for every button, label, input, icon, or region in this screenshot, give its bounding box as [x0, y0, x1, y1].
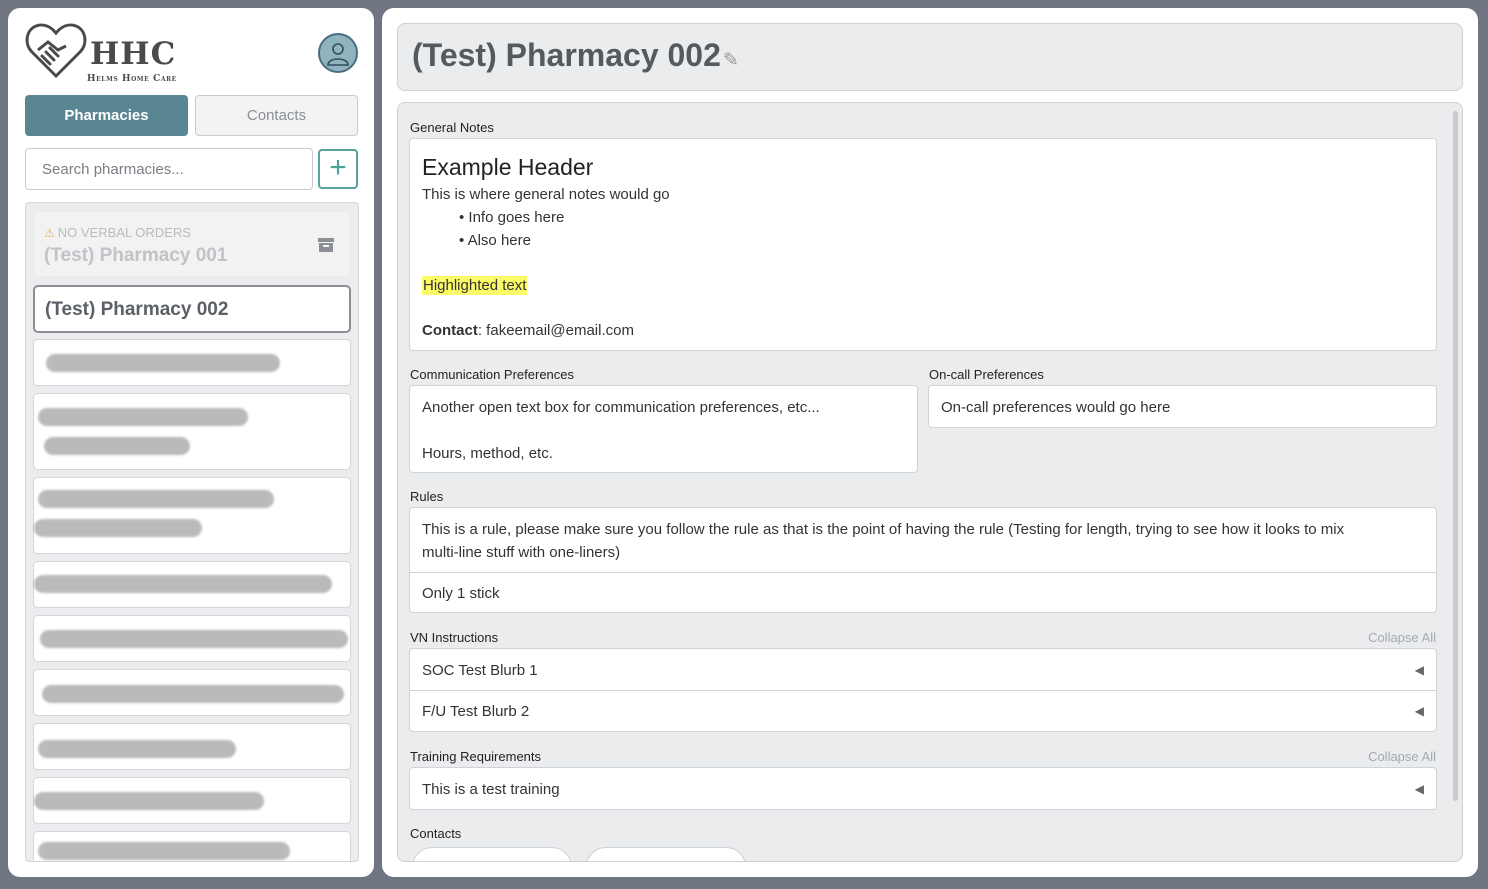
add-pharmacy-button[interactable]: + — [318, 149, 358, 189]
list-item[interactable] — [33, 669, 351, 716]
notes-intro: This is where general notes would go — [422, 186, 670, 203]
redacted-name — [34, 519, 202, 537]
detail-content[interactable]: General Notes Example Header This is whe… — [397, 102, 1463, 862]
contact-value: : fakeemail@email.com — [477, 322, 634, 339]
rule-item: This is a rule, please make sure you fol… — [422, 521, 1345, 538]
notes-header: Example Header — [422, 154, 594, 180]
redacted-name — [38, 740, 236, 758]
redacted-name — [44, 437, 190, 455]
general-notes-box[interactable]: Example Header This is where general not… — [409, 138, 1437, 351]
caret-left-icon[interactable]: ◀ — [1415, 704, 1424, 718]
row-divider — [410, 572, 1436, 573]
list-item[interactable] — [33, 723, 351, 770]
rules-list[interactable]: This is a rule, please make sure you fol… — [409, 507, 1437, 613]
archive-icon[interactable] — [318, 238, 334, 252]
list-item[interactable] — [33, 339, 351, 386]
redacted-name — [38, 408, 248, 426]
contact-label: Contact — [422, 322, 478, 339]
notes-bullet: • Also here — [459, 232, 531, 249]
pharmacy-sidebar: HHC Helms Home Care Pharmacies Contacts … — [8, 8, 374, 877]
brand-tagline: Helms Home Care — [87, 74, 177, 84]
contact-card[interactable] — [586, 847, 746, 861]
list-item[interactable] — [33, 777, 351, 824]
redacted-name — [38, 842, 290, 860]
oncall-box[interactable]: On-call preferences would go here — [928, 385, 1437, 428]
redacted-name — [34, 575, 332, 593]
rule-item-cont: multi-line stuff with one-liners) — [422, 544, 621, 561]
communication-label: Communication Preferences — [410, 367, 575, 382]
communication-text: Another open text box for communication … — [422, 399, 820, 416]
tab-contacts[interactable]: Contacts — [195, 95, 358, 136]
redacted-name — [38, 490, 274, 508]
row-divider — [410, 690, 1436, 691]
list-item[interactable]: (Test) Pharmacy 002 — [33, 285, 351, 333]
training-list[interactable]: This is a test training ◀ — [409, 767, 1437, 810]
caret-left-icon[interactable]: ◀ — [1415, 663, 1424, 677]
rule-item: Only 1 stick — [422, 585, 500, 602]
redacted-name — [42, 685, 344, 703]
detail-header: (Test) Pharmacy 002 ✎ — [397, 23, 1463, 91]
list-item[interactable] — [33, 561, 351, 608]
scrollbar[interactable] — [1453, 111, 1458, 801]
hhc-logo: HHC Helms Home Care — [24, 20, 194, 92]
communication-box[interactable]: Another open text box for communication … — [409, 385, 918, 473]
oncall-label: On-call Preferences — [929, 367, 1044, 382]
communication-text: Hours, method, etc. — [422, 445, 553, 462]
list-item[interactable] — [33, 831, 351, 861]
vn-item[interactable]: SOC Test Blurb 1 — [422, 662, 538, 679]
notes-bullet: • Info goes here — [459, 209, 565, 226]
vn-instructions-list[interactable]: SOC Test Blurb 1 ◀ F/U Test Blurb 2 ◀ — [409, 648, 1437, 732]
tab-pharmacies[interactable]: Pharmacies — [25, 95, 188, 136]
warning-icon: ⚠ — [44, 225, 55, 240]
training-item[interactable]: This is a test training — [422, 781, 560, 798]
pharmacy-name: (Test) Pharmacy 001 — [44, 245, 228, 266]
warning-badge: ⚠ NO VERBAL ORDERS — [44, 225, 191, 240]
list-item[interactable]: ⚠ NO VERBAL ORDERS (Test) Pharmacy 001 — [33, 211, 351, 277]
handshake-heart-icon — [25, 23, 87, 79]
vn-item[interactable]: F/U Test Blurb 2 — [422, 703, 529, 720]
rules-label: Rules — [410, 489, 444, 504]
contacts-label: Contacts — [410, 826, 462, 841]
contact-card[interactable] — [412, 847, 572, 861]
pharmacy-detail: (Test) Pharmacy 002 ✎ General Notes Exam… — [382, 8, 1478, 877]
sidebar-tabs: Pharmacies Contacts — [25, 95, 359, 136]
list-item[interactable] — [33, 393, 351, 470]
highlighted-text: Highlighted text — [422, 276, 528, 295]
list-item[interactable] — [33, 615, 351, 662]
training-label: Training Requirements — [410, 749, 542, 764]
list-item[interactable] — [33, 477, 351, 554]
search-input[interactable]: Search pharmacies... — [25, 148, 313, 190]
warning-text: NO VERBAL ORDERS — [57, 225, 191, 240]
user-avatar-icon[interactable] — [318, 33, 358, 73]
redacted-name — [34, 792, 264, 810]
search-placeholder: Search pharmacies... — [42, 160, 184, 178]
oncall-text: On-call preferences would go here — [941, 399, 1171, 416]
vn-collapse-all[interactable]: Collapse All — [1368, 630, 1436, 645]
redacted-name — [46, 354, 280, 372]
pharmacy-name: (Test) Pharmacy 002 — [45, 299, 229, 320]
edit-pencil-icon[interactable]: ✎ — [723, 49, 739, 72]
vn-instructions-label: VN Instructions — [410, 630, 499, 645]
brand-name: HHC — [90, 36, 177, 72]
pharmacy-list[interactable]: ⚠ NO VERBAL ORDERS (Test) Pharmacy 001 (… — [25, 202, 359, 862]
page-title: (Test) Pharmacy 002 — [412, 37, 721, 73]
training-collapse-all[interactable]: Collapse All — [1368, 749, 1436, 764]
redacted-name — [40, 630, 348, 648]
caret-left-icon[interactable]: ◀ — [1415, 782, 1424, 796]
general-notes-label: General Notes — [410, 120, 494, 135]
